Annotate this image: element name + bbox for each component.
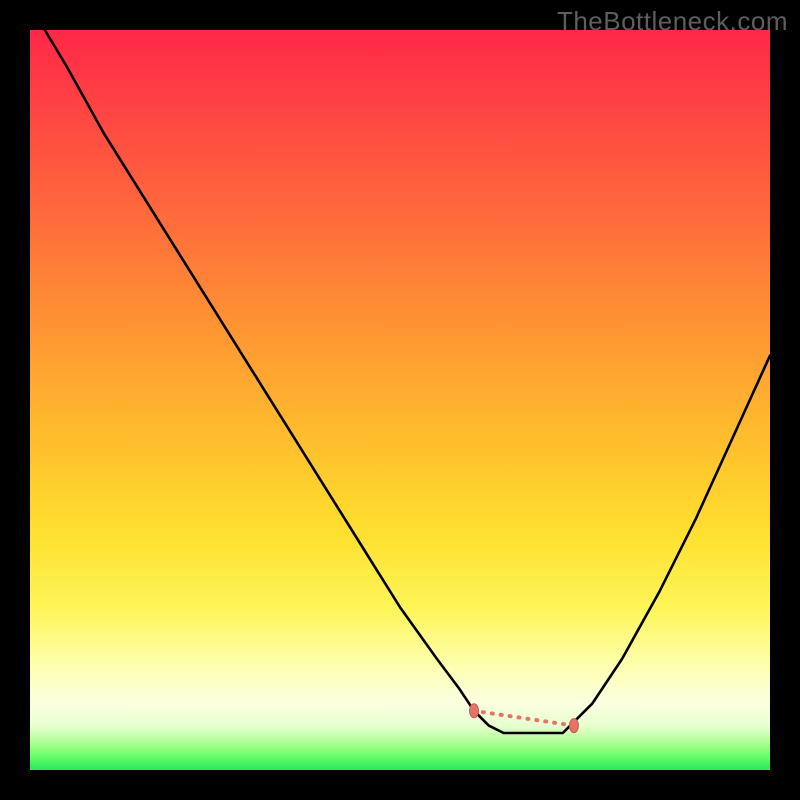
watermark-label: TheBottleneck.com [557, 6, 788, 37]
trough-marker [569, 719, 578, 733]
bottleneck-curve-path [45, 30, 770, 733]
bottleneck-curve-svg [30, 30, 770, 770]
trough-markers-group [470, 704, 579, 733]
trough-marker-line [474, 711, 574, 726]
trough-marker [470, 704, 479, 718]
plot-area [30, 30, 770, 770]
chart-frame: TheBottleneck.com [0, 0, 800, 800]
